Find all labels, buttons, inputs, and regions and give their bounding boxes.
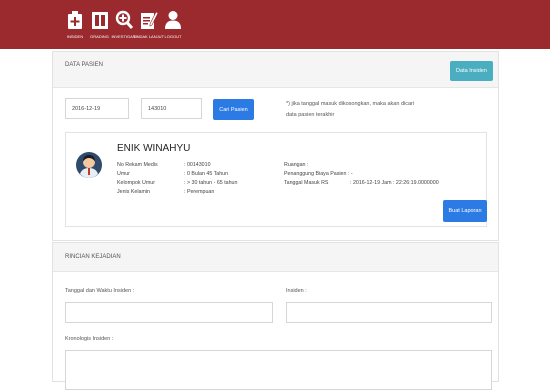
label-insiden: Insiden : — [286, 288, 307, 294]
buat-laporan-button[interactable]: Buat Laporan — [443, 200, 487, 222]
kronologis-insiden-textarea[interactable] — [65, 350, 492, 390]
nav-label-insiden: INSIDEN — [66, 34, 84, 39]
label-kronologis-insiden: Kronologis Insiden : — [65, 336, 114, 342]
investigasi-icon — [115, 10, 133, 30]
top-navbar: INSIDEN GRADING INVESTIGASI TINDAK LANJU… — [0, 0, 550, 49]
rekam-medis-input[interactable]: 143010 — [141, 98, 202, 119]
data-pasien-panel: DATA PASIEN Data Insiden 2016-12-19 1430… — [52, 51, 499, 241]
grading-icon — [91, 12, 108, 29]
patient-card: ENIK WINAHYU No Rekam Medis Umur Kelompo… — [65, 132, 487, 227]
tindak-lanjut-icon — [140, 11, 158, 29]
nav-item-grading[interactable]: GRADING — [89, 10, 111, 39]
value-rekam-medis: : 00143010 — [184, 162, 211, 168]
label-kelompok-umur: Kelompok Umur — [117, 180, 155, 186]
label-penanggung-biaya: Penanggung Biaya Pasien : - — [284, 171, 353, 177]
tanggal-waktu-insiden-input[interactable] — [65, 302, 273, 323]
insiden-input[interactable] — [286, 302, 492, 323]
nav-label-logout: LOGOUT — [164, 34, 182, 39]
rincian-kejadian-title: RINCIAN KEJADIAN — [65, 254, 121, 260]
data-insiden-button[interactable]: Data Insiden — [450, 61, 493, 81]
label-umur: Umur — [117, 171, 130, 177]
patient-name: ENIK WINAHYU — [117, 143, 191, 154]
label-tanggal-waktu-insiden: Tanggal dan Waktu Insiden : — [65, 288, 135, 294]
nav-label-grading: GRADING — [90, 34, 109, 39]
label-tanggal-masuk: Tanggal Masuk RS — [284, 180, 329, 186]
value-kelompok-umur: : > 30 tahun - 65 tahun — [184, 180, 238, 186]
value-umur: : 0 Bulan 45 Tahun — [184, 171, 229, 177]
label-jenis-kelamin: Jenis Kelamin — [117, 189, 150, 195]
insiden-icon — [68, 11, 82, 29]
user-icon — [165, 11, 181, 29]
nav-item-insiden[interactable]: INSIDEN — [64, 10, 86, 39]
search-note-line1: *) jika tanggal masuk dikosongkan, maka … — [286, 101, 415, 107]
value-tanggal-masuk: : 2016-12-19 Jam : 22:26:19.0000000 — [350, 180, 439, 186]
patient-avatar-icon — [76, 152, 102, 178]
data-pasien-header: DATA PASIEN Data Insiden — [53, 52, 498, 88]
search-note: *) jika tanggal masuk dikosongkan, maka … — [286, 99, 414, 121]
rincian-kejadian-panel: RINCIAN KEJADIAN Tanggal dan Waktu Insid… — [52, 242, 499, 390]
value-jenis-kelamin: : Perempuan — [184, 189, 215, 195]
nav-label-tindak-lanjut: TINDAK LANJUT — [133, 34, 164, 39]
nav-menu: INSIDEN GRADING INVESTIGASI TINDAK LANJU… — [64, 10, 187, 39]
tanggal-masuk-input[interactable]: 2016-12-19 — [65, 98, 129, 119]
cari-pasien-button[interactable]: Cari Pasien — [213, 99, 254, 120]
data-pasien-title: DATA PASIEN — [65, 62, 104, 68]
nav-item-investigasi[interactable]: INVESTIGASI — [111, 10, 137, 39]
nav-item-logout[interactable]: LOGOUT — [162, 10, 184, 39]
label-ruangan: Ruangan : — [284, 162, 309, 168]
nav-item-tindak-lanjut[interactable]: TINDAK LANJUT — [133, 10, 164, 39]
search-note-line2: data pasien terakhir — [286, 112, 335, 118]
rincian-kejadian-header: RINCIAN KEJADIAN — [53, 243, 498, 272]
label-rekam-medis: No Rekam Medis — [117, 162, 158, 168]
